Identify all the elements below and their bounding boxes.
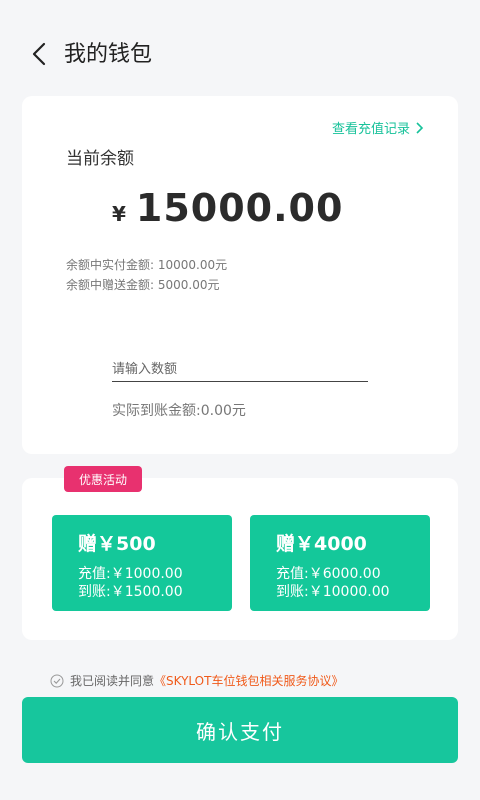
promo-badge: 优惠活动	[64, 466, 142, 492]
chevron-right-icon	[416, 121, 424, 134]
agreement-link[interactable]: 《SKYLOT车位钱包相关服务协议》	[154, 672, 343, 689]
promo-receive: 到账:￥10000.00	[276, 584, 390, 600]
confirm-pay-button[interactable]: 确认支付	[22, 697, 458, 763]
balance-card: 查看充值记录 当前余额 ¥ 15000.00 余额中实付金额: 10000.00…	[22, 96, 458, 454]
recharge-history-link[interactable]: 查看充值记录	[332, 118, 424, 137]
chevron-left-icon[interactable]	[26, 40, 54, 68]
promo-pay: 充值:￥6000.00	[276, 566, 381, 582]
balance-label: 当前余额	[66, 149, 134, 169]
amount-input[interactable]	[112, 358, 368, 382]
promo-receive: 到账:￥1500.00	[78, 584, 183, 600]
currency-symbol: ¥	[112, 202, 126, 226]
actual-amount-label: 实际到账金额:0.00元	[112, 403, 246, 419]
promo-option-4000[interactable]: 赠￥4000 充值:￥6000.00 到账:￥10000.00	[250, 515, 430, 611]
promo-gift: 赠￥4000	[276, 533, 367, 555]
balance-amount: ¥ 15000.00	[112, 186, 343, 230]
promo-pay: 充值:￥1000.00	[78, 566, 183, 582]
paid-amount-line: 余额中实付金额: 10000.00元	[66, 258, 228, 272]
promo-option-500[interactable]: 赠￥500 充值:￥1000.00 到账:￥1500.00	[52, 515, 232, 611]
balance-value: 15000.00	[135, 186, 344, 230]
header: 我的钱包	[0, 0, 480, 100]
bonus-amount-line: 余额中赠送金额: 5000.00元	[66, 278, 220, 292]
page-title: 我的钱包	[64, 42, 153, 67]
promo-gift: 赠￥500	[78, 533, 156, 555]
check-circle-icon[interactable]	[50, 674, 64, 688]
agreement-row: 我已阅读并同意 《SKYLOT车位钱包相关服务协议》	[50, 672, 343, 689]
recharge-history-label: 查看充值记录	[331, 122, 410, 137]
agreement-prefix: 我已阅读并同意	[70, 674, 155, 688]
